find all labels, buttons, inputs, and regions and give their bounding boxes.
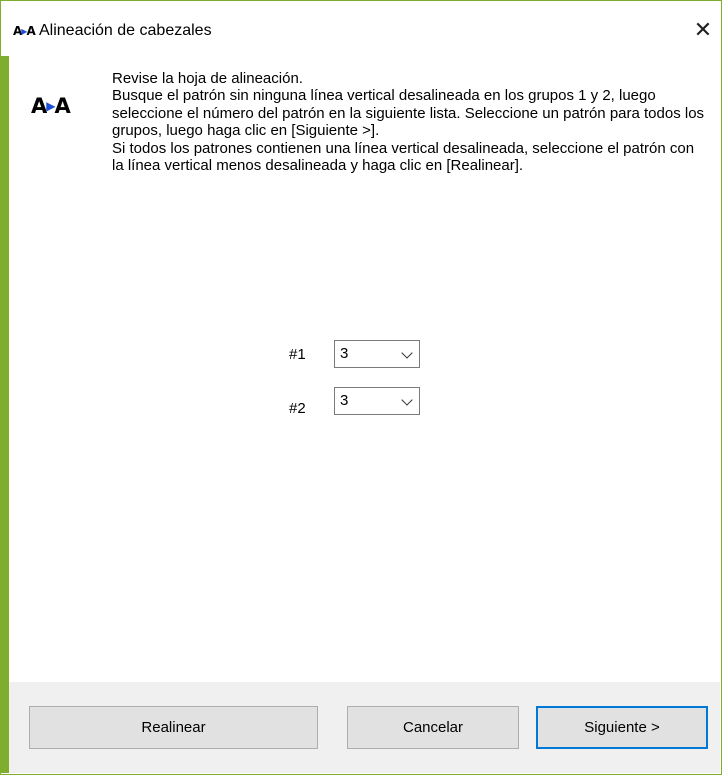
- group-1-label: #1: [289, 346, 306, 363]
- window-title: Alineación de cabezales: [39, 22, 212, 39]
- title-bar: A▶A Alineación de cabezales ✕: [1, 1, 721, 57]
- chevron-down-icon: [401, 394, 413, 406]
- dialog-content: A▶A Revise la hoja de alineación. Busque…: [9, 56, 720, 773]
- group-1-selected-value: 3: [340, 345, 349, 362]
- group-2-pattern-select[interactable]: 3: [334, 387, 420, 415]
- instruction-line-2: Busque el patrón sin ninguna línea verti…: [112, 87, 705, 140]
- next-button[interactable]: Siguiente >: [536, 706, 708, 749]
- cancel-button[interactable]: Cancelar: [347, 706, 519, 749]
- chevron-down-icon: [401, 347, 413, 359]
- head-alignment-icon: A▶A: [13, 24, 36, 38]
- window-left-border: [0, 56, 9, 773]
- instruction-line-1: Revise la hoja de alineación.: [112, 70, 303, 87]
- button-bar: Realinear Cancelar Siguiente >: [9, 682, 720, 773]
- group-2-label: #2: [289, 400, 306, 417]
- group-1-pattern-select[interactable]: 3: [334, 340, 420, 368]
- close-icon[interactable]: ✕: [691, 19, 715, 43]
- head-alignment-large-icon: A▶A: [31, 94, 71, 118]
- instructions-text: Revise la hoja de alineación. Busque el …: [112, 70, 708, 174]
- group-2-selected-value: 3: [340, 392, 349, 409]
- realign-button[interactable]: Realinear: [29, 706, 318, 749]
- instruction-line-3: Si todos los patrones contienen una líne…: [112, 139, 695, 175]
